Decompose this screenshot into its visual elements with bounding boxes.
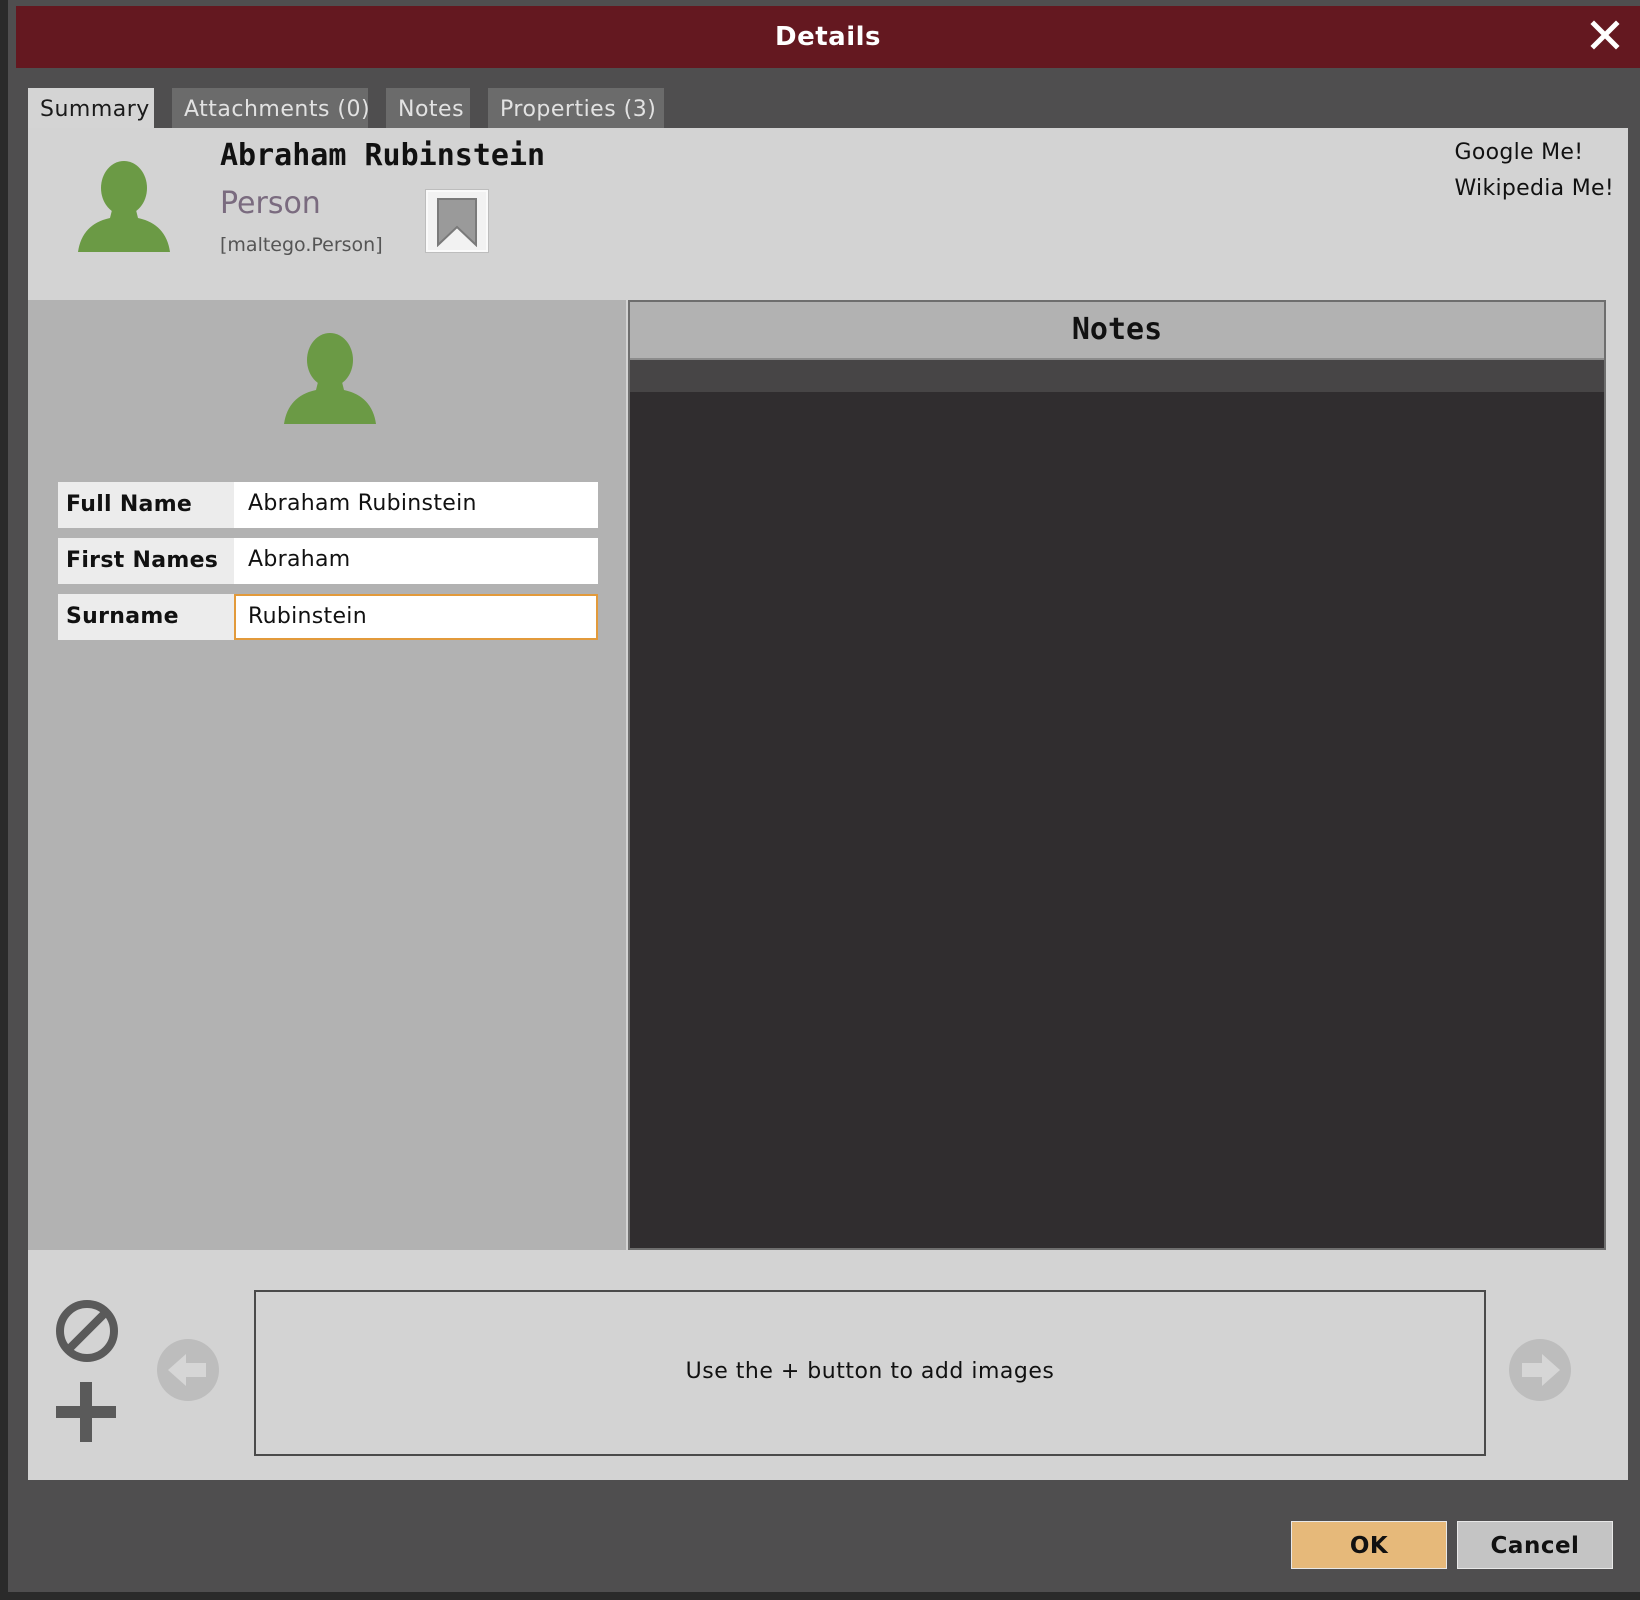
entity-type-id: [maltego.Person] [220, 234, 383, 256]
property-row-surname: Surname Rubinstein [58, 594, 598, 640]
image-gallery: Use the + button to add images [28, 1250, 1628, 1480]
tab-notes[interactable]: Notes [386, 88, 470, 128]
bookmark-icon [437, 198, 477, 247]
title-bar: Details [16, 6, 1640, 68]
properties-pane: Full Name Abraham Rubinstein First Names… [28, 300, 626, 1250]
bookmark-button[interactable] [426, 190, 488, 252]
notes-editor[interactable] [630, 392, 1604, 1248]
google-me-link[interactable]: Google Me! [1454, 140, 1614, 165]
ok-button[interactable]: OK [1291, 1521, 1447, 1569]
add-image-icon[interactable] [54, 1380, 118, 1444]
summary-panel: Abraham Rubinstein Person [maltego.Perso… [28, 128, 1628, 1480]
surname-field[interactable]: Rubinstein [234, 594, 598, 640]
entity-type: Person [220, 186, 321, 221]
tab-attachments[interactable]: Attachments (0) [172, 88, 370, 128]
first-names-field[interactable]: Abraham [234, 538, 598, 584]
property-label: First Names [58, 538, 234, 584]
search-links: Google Me! Wikipedia Me! [1454, 140, 1614, 212]
property-row-first-names: First Names Abraham [58, 538, 598, 584]
remove-image-icon[interactable] [54, 1298, 120, 1364]
cancel-button[interactable]: Cancel [1457, 1521, 1613, 1569]
property-list: Full Name Abraham Rubinstein First Names… [58, 482, 598, 650]
notes-title: Notes [630, 302, 1604, 360]
full-name-field[interactable]: Abraham Rubinstein [234, 482, 598, 528]
person-icon [280, 330, 380, 424]
details-dialog: Details Summary Attachments (0) Notes Pr… [0, 0, 1640, 1600]
property-label: Full Name [58, 482, 234, 528]
entity-name: Abraham Rubinstein [220, 138, 546, 173]
tab-properties[interactable]: Properties (3) [488, 88, 664, 128]
entity-header: Abraham Rubinstein Person [maltego.Perso… [28, 128, 1628, 300]
image-drop-area: Use the + button to add images [254, 1290, 1486, 1456]
close-icon[interactable] [1588, 18, 1622, 52]
dialog-title: Details [775, 22, 881, 52]
next-image-icon[interactable] [1508, 1338, 1572, 1402]
person-icon [74, 158, 174, 252]
notes-toolbar [630, 360, 1604, 392]
notes-pane: Notes [628, 300, 1606, 1250]
property-row-full-name: Full Name Abraham Rubinstein [58, 482, 598, 528]
previous-image-icon[interactable] [156, 1338, 220, 1402]
wikipedia-me-link[interactable]: Wikipedia Me! [1454, 176, 1614, 201]
tab-summary[interactable]: Summary [28, 88, 154, 128]
property-label: Surname [58, 594, 234, 640]
